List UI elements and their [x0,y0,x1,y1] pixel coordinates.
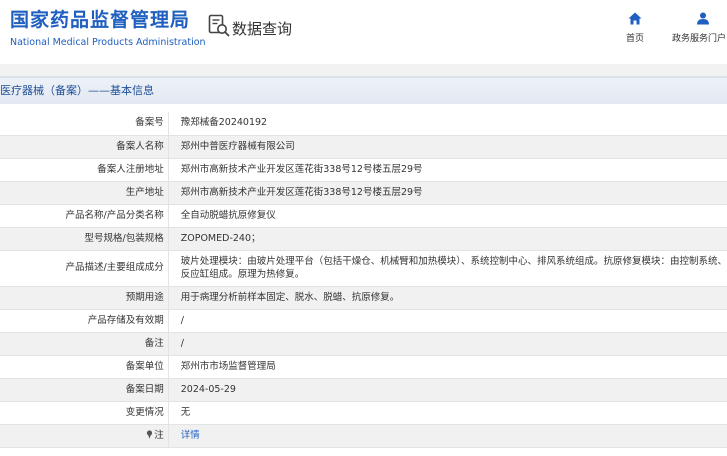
row-value: 用于病理分析前样本固定、脱水、脱蜡、抗原修复。 [168,286,727,310]
row-label: 备案日期 [0,378,169,402]
row-label: 注 [154,429,164,441]
row-label: 备案人名称 [0,135,169,159]
row-value: 玻片处理模块：由玻片处理平台（包括干燥仓、机械臂和加热模块）、系统控制中心、排风… [168,250,727,287]
pin-icon [147,429,153,439]
section-title: 医疗器械（备案）——基本信息 [0,76,727,104]
row-label: 产品存储及有效期 [0,309,169,333]
row-label: 产品名称/产品分类名称 [0,204,169,228]
table-row: 预期用途 用于病理分析前样本固定、脱水、脱蜡、抗原修复。 [0,286,727,310]
data-query-heading: 数据查询 [208,14,292,42]
row-value: 郑州市高新技术产业开发区莲花街338号12号楼五层29号 [168,158,727,182]
table-row: 型号规格/包装规格 ZOPOMED-240； [0,227,727,251]
row-value: 郑州中普医疗器械有限公司 [168,135,727,159]
table-row: 产品名称/产品分类名称 全自动脱蜡抗原修复仪 [0,204,727,228]
site-logo[interactable]: 国家药品监督管理局 National Medical Products Admi… [10,8,206,49]
table-row: 备案号 豫郑械备20240192 [0,112,727,136]
note-label-cell: 注 [0,424,169,448]
record-info-table: 备案号 豫郑械备20240192 备案人名称 郑州中普医疗器械有限公司 备案人注… [0,112,727,448]
row-value-line: 玻片处理模块：由玻片处理平台（包括干燥仓、机械臂和加热模块）、系统控制中心、排风… [180,256,727,267]
nav-service-label: 政务服务门户 [672,34,727,44]
table-row: 备案单位 郑州市市场监督管理局 [0,355,727,379]
nav-home[interactable]: 首页 [622,12,648,44]
table-row: 产品存储及有效期 / [0,309,727,333]
row-label: 变更情况 [0,401,169,425]
user-icon [697,12,709,25]
data-query-icon [208,14,230,42]
header-divider [0,64,727,76]
row-label: 备案人注册地址 [0,158,169,182]
table-row: 产品描述/主要组成成分 玻片处理模块：由玻片处理平台（包括干燥仓、机械臂和加热模… [0,250,727,287]
row-value: / [168,332,727,356]
row-label: 预期用途 [0,286,169,310]
row-value: 郑州市高新技术产业开发区莲花街338号12号楼五层29号 [168,181,727,205]
row-label: 型号规格/包装规格 [0,227,169,251]
row-value: 全自动脱蜡抗原修复仪 [168,204,727,228]
table-row: 变更情况 无 [0,401,727,425]
row-value: 2024-05-29 [168,378,727,402]
table-row: 备注 / [0,332,727,356]
table-row: 备案人名称 郑州中普医疗器械有限公司 [0,135,727,159]
row-value: 无 [168,401,727,425]
row-label: 备案号 [0,112,169,136]
brand-name-cn: 国家药品监督管理局 [10,9,191,31]
row-value: 详情 [168,424,727,448]
row-value: 郑州市市场监督管理局 [168,355,727,379]
table-row: 生产地址 郑州市高新技术产业开发区莲花街338号12号楼五层29号 [0,181,727,205]
data-query-label: 数据查询 [232,19,293,38]
row-label: 产品描述/主要组成成分 [0,250,169,287]
nav-home-label: 首页 [625,34,644,44]
row-value: / [168,309,727,333]
table-row: 注 详情 [0,424,727,448]
row-value-line: 反应缸组成。原理为热修复。 [180,269,305,280]
table-row: 备案日期 2024-05-29 [0,378,727,402]
home-icon [628,12,642,25]
brand-name-en: National Medical Products Administration [10,37,206,48]
site-header: 国家药品监督管理局 National Medical Products Admi… [0,0,727,64]
nav-service-portal[interactable]: 政务服务门户 [672,12,727,44]
row-value: ZOPOMED-240； [168,227,727,251]
table-row: 备案人注册地址 郑州市高新技术产业开发区莲花街338号12号楼五层29号 [0,158,727,182]
details-link[interactable]: 详情 [181,430,200,441]
row-label: 备案单位 [0,355,169,379]
row-label: 生产地址 [0,181,169,205]
row-label: 备注 [0,332,169,356]
row-value: 豫郑械备20240192 [168,112,727,136]
